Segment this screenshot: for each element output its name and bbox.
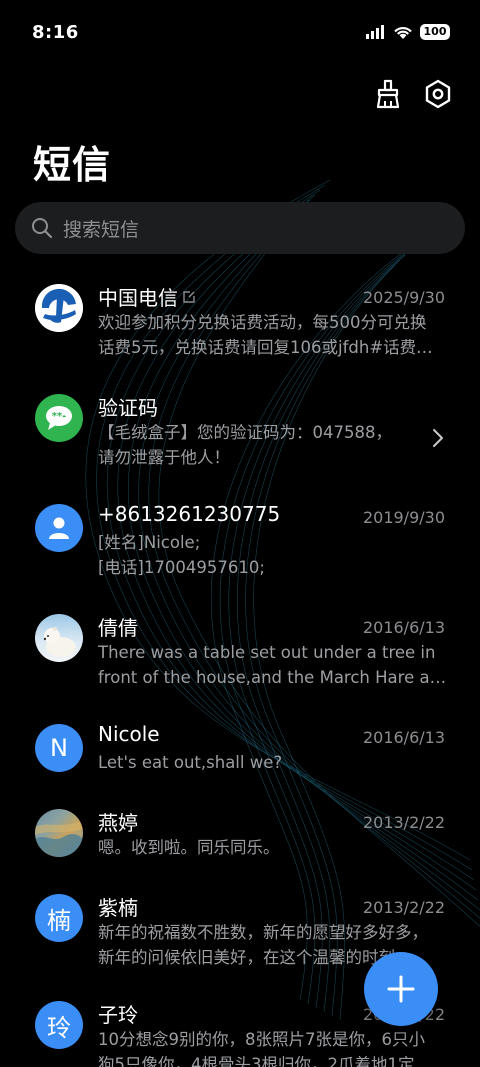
message-preview: Let's eat out,shall we? xyxy=(98,753,283,772)
avatar xyxy=(35,809,83,857)
polar-bear-photo xyxy=(43,627,76,657)
external-link-icon xyxy=(183,290,195,303)
message-date: 2016/6/13 xyxy=(362,618,445,637)
message-date: 2013/2/22 xyxy=(362,898,445,917)
message-preview: 嗯。收到啦。同乐同乐。 xyxy=(98,838,280,857)
status-icons: 100 xyxy=(366,24,450,40)
contact-name: 子玲 xyxy=(98,1003,138,1027)
contact-name: 倩倩 xyxy=(98,616,138,640)
chevron-right-icon[interactable] xyxy=(432,428,444,448)
plus-icon xyxy=(387,975,415,1003)
chat-bubble-icon: **- xyxy=(46,406,72,430)
contact-name: Nicole xyxy=(98,722,160,746)
search-placeholder: 搜索短信 xyxy=(63,218,140,241)
contact-name: 验证码 xyxy=(98,396,158,420)
conversation-item[interactable]: 倩倩 2016/6/13 There was a table set out u… xyxy=(0,600,480,700)
avatar xyxy=(35,614,83,662)
avatar: 玲 xyxy=(35,1001,83,1049)
gear-icon xyxy=(425,79,451,109)
message-date: 2019/9/30 xyxy=(362,508,445,527)
clean-button[interactable] xyxy=(372,78,404,110)
contact-name: 紫楠 xyxy=(98,896,138,920)
avatar-letter: 楠 xyxy=(47,906,71,935)
page-title: 短信 xyxy=(33,143,112,187)
top-actions xyxy=(372,78,454,110)
contact-name: 燕婷 xyxy=(98,811,138,835)
avatar-letter: 玲 xyxy=(47,1013,71,1042)
battery-icon: 100 xyxy=(420,24,450,40)
message-preview: [姓名]Nicole; [电话]17004957610; xyxy=(98,533,265,577)
avatar xyxy=(35,284,83,332)
contact-name: 中国电信 xyxy=(98,282,196,311)
message-date: 2025/9/30 xyxy=(362,288,445,307)
contact-name: +8613261230775 xyxy=(98,502,281,526)
status-bar: 8:16 100 xyxy=(0,0,480,68)
message-preview: 10分想念9别的你，8张照片7张是你，6只小 狗5只像你，4根骨头3根归你，2爪… xyxy=(98,1030,425,1067)
avatar: **- xyxy=(35,394,83,442)
broom-icon xyxy=(376,79,400,109)
status-time: 8:16 xyxy=(32,22,79,43)
wifi-icon xyxy=(394,26,412,39)
landscape-photo xyxy=(35,821,83,857)
compose-button[interactable] xyxy=(364,952,438,1026)
avatar xyxy=(35,504,83,552)
signal-icon xyxy=(366,25,384,39)
telecom-logo-icon xyxy=(35,284,83,332)
search-bar[interactable]: 搜索短信 xyxy=(15,202,465,254)
message-date: 2016/6/13 xyxy=(362,728,445,747)
message-preview: 欢迎参加积分兑换话费活动，每500分可兑换 话费5元，兑换话费请回复106或jf… xyxy=(98,313,433,357)
avatar-letter: N xyxy=(50,734,68,762)
person-icon xyxy=(49,517,69,539)
avatar: 楠 xyxy=(35,894,83,942)
avatar: N xyxy=(35,724,83,772)
search-icon xyxy=(32,218,53,239)
message-preview: There was a table set out under a tree i… xyxy=(98,643,448,687)
conversation-item[interactable]: 中国电信 2025/9/30 欢迎参加积分兑换话费活动，每500分可兑换 话费5… xyxy=(0,270,480,370)
message-preview: 【毛绒盒子】您的验证码为：047588， 请勿泄露于他人！ xyxy=(98,423,392,467)
message-date: 2013/2/22 xyxy=(362,813,445,832)
conversation-item[interactable]: +8613261230775 2019/9/30 [姓名]Nicole; [电话… xyxy=(0,490,480,590)
svg-text:**-: **- xyxy=(52,411,67,422)
settings-button[interactable] xyxy=(422,78,454,110)
conversation-item[interactable]: **- 验证码 【毛绒盒子】您的验证码为：047588， 请勿泄露于他人！ xyxy=(0,380,480,480)
